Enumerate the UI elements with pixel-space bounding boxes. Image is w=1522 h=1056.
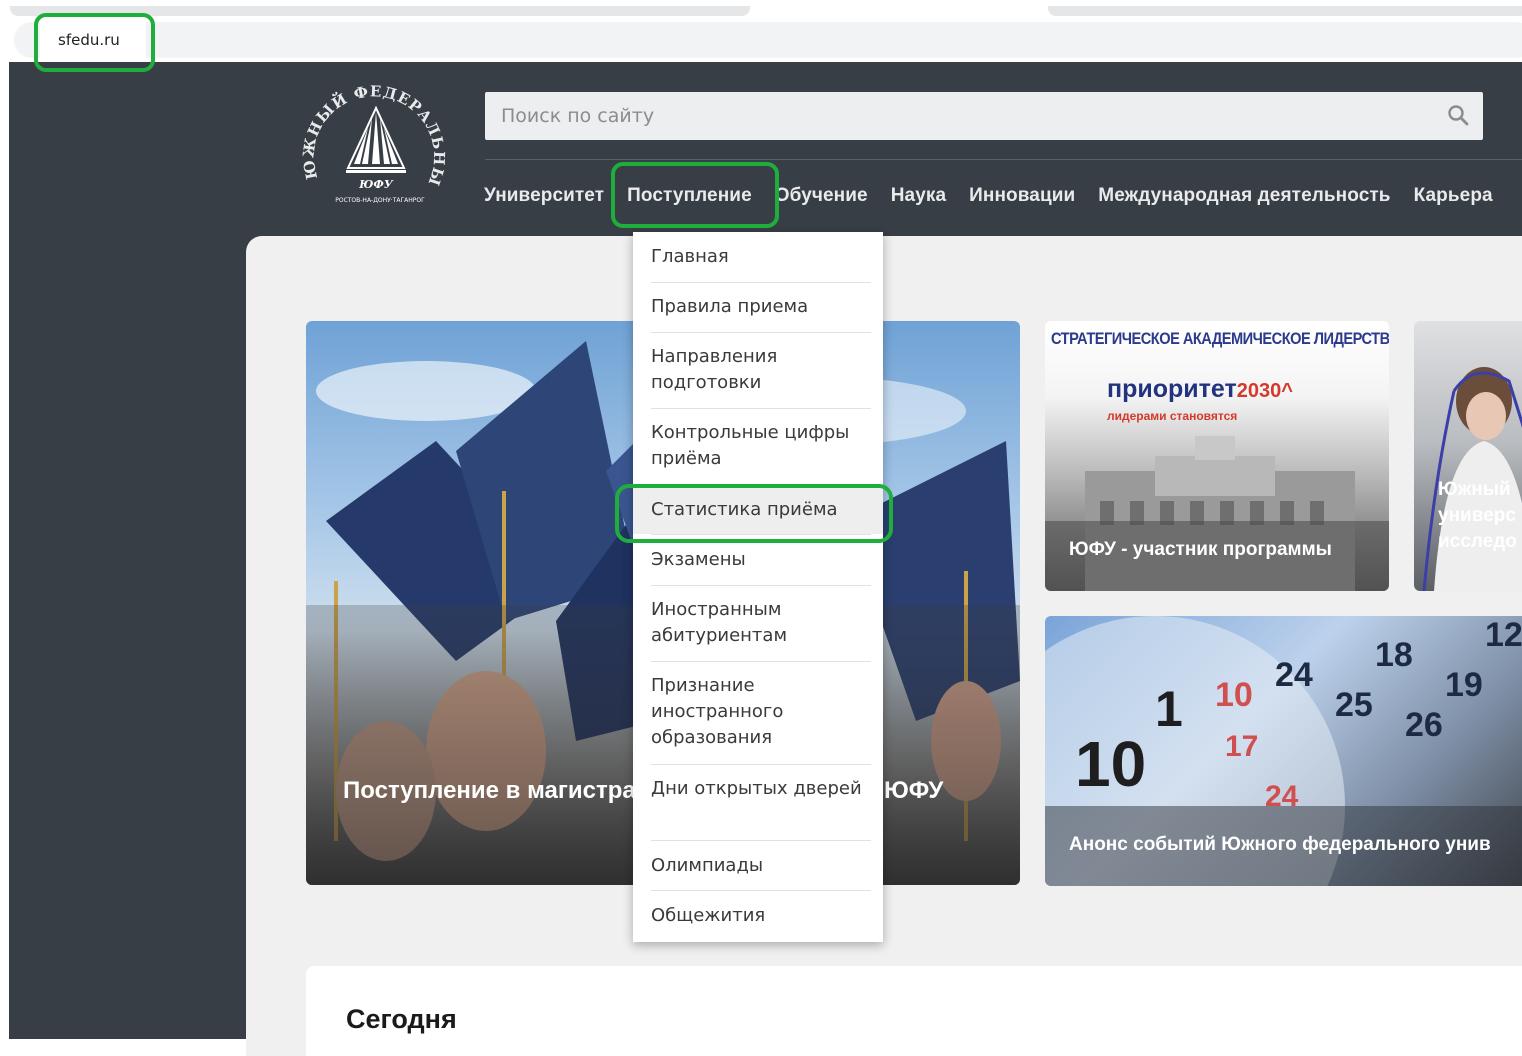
card-caption[interactable]: Анонс событий Южного федерального унив <box>1069 834 1491 856</box>
svg-text:17: 17 <box>1225 730 1258 763</box>
dropdown-item-recognition[interactable]: Признание иностранного образования <box>651 673 871 751</box>
dropdown-item-dormitories[interactable]: Общежития <box>651 903 871 929</box>
dropdown-divider <box>651 840 871 841</box>
nav-item-science[interactable]: Наука <box>891 185 946 207</box>
dropdown-item-open-days[interactable]: Дни открытых дверей <box>651 776 871 802</box>
logo-center-text: ЮФУ <box>358 178 394 191</box>
dropdown-item-rules[interactable]: Правила приема <box>651 294 871 320</box>
card-caption-line: Южный <box>1438 479 1511 500</box>
svg-text:10: 10 <box>1215 676 1253 714</box>
nav-item-innovation[interactable]: Инновации <box>969 185 1075 207</box>
priority-logo-main: приоритет <box>1107 375 1237 403</box>
news-card-events[interactable]: 10 1 10 24 25 18 19 26 17 24 12 Анонс со… <box>1045 616 1522 886</box>
nav-item-international[interactable]: Международная деятельность <box>1098 185 1390 207</box>
svg-text:10: 10 <box>1075 728 1146 800</box>
dropdown-item-programs[interactable]: Направления подготовки <box>651 344 871 396</box>
url-text[interactable]: sfedu.ru <box>40 18 146 62</box>
dropdown-divider <box>651 282 871 283</box>
dropdown-divider <box>651 332 871 333</box>
search-input[interactable] <box>501 105 1401 127</box>
logo-emblem-icon <box>346 105 406 173</box>
svg-text:19: 19 <box>1445 666 1483 704</box>
search-icon[interactable] <box>1447 104 1469 126</box>
svg-text:25: 25 <box>1335 686 1373 724</box>
dropdown-divider <box>651 408 871 409</box>
search-bar[interactable] <box>485 92 1483 140</box>
dropdown-divider <box>651 890 871 891</box>
dropdown-divider <box>651 484 871 485</box>
card-caption-line: исследо <box>1438 531 1517 552</box>
dropdown-item-exams[interactable]: Экзамены <box>651 547 871 573</box>
svg-text:24: 24 <box>1275 656 1313 694</box>
browser-tab[interactable] <box>1048 6 1522 16</box>
news-card-research[interactable]: Южный универс исследо <box>1414 321 1522 591</box>
address-bar[interactable] <box>14 22 1522 58</box>
priority2030-logo: приоритет2030^ <box>1107 375 1293 404</box>
dropdown-item-statistics[interactable]: Статистика приёма <box>651 497 871 523</box>
nav-item-university[interactable]: Университет <box>484 185 604 207</box>
priority-logo-year: 2030^ <box>1236 380 1293 402</box>
dropdown-divider <box>651 585 871 586</box>
card-caption[interactable]: ЮФУ - участник программы <box>1069 539 1332 561</box>
dropdown-item-foreign-applicants[interactable]: Иностранным абитуриентам <box>651 597 871 649</box>
card-heading: СТРАТЕГИЧЕСКОЕ АКАДЕМИЧЕСКОЕ ЛИДЕРСТВО <box>1051 329 1389 348</box>
svg-text:12: 12 <box>1485 616 1522 654</box>
browser-tab[interactable] <box>10 6 750 16</box>
svg-text:26: 26 <box>1405 706 1443 744</box>
dropdown-divider <box>651 534 871 535</box>
hero-caption[interactable]: Поступление в магистра <box>343 777 636 805</box>
section-title-today: Сегодня <box>346 1004 457 1034</box>
browser-chrome: sfedu.ru <box>0 0 1522 62</box>
priority-logo-subtitle: лидерами становятся <box>1107 409 1238 423</box>
nav-divider <box>485 159 1522 160</box>
card-caption-line: универс <box>1438 505 1516 526</box>
dropdown-divider <box>651 764 871 765</box>
news-card-priority2030[interactable]: СТРАТЕГИЧЕСКОЕ АКАДЕМИЧЕСКОЕ ЛИДЕРСТВО п… <box>1045 321 1389 591</box>
nav-item-career[interactable]: Карьера <box>1414 185 1493 207</box>
nav-item-education[interactable]: Обучение <box>775 185 868 207</box>
dropdown-item-quotas[interactable]: Контрольные цифры приёма <box>651 420 871 472</box>
card-caption[interactable]: Южный универс исследо <box>1438 477 1517 555</box>
main-nav: Университет Поступление Обучение Наука И… <box>484 176 1516 216</box>
nav-item-admission[interactable]: Поступление <box>627 185 752 207</box>
admission-dropdown-menu: Главная Правила приема Направления подго… <box>633 232 883 942</box>
logo-city-text: РОСТОВ-НА-ДОНУ·ТАГАНРОГ <box>335 197 425 204</box>
dropdown-item-main[interactable]: Главная <box>651 244 871 270</box>
dropdown-item-olympiads[interactable]: Олимпиады <box>651 853 871 879</box>
hero-caption-end[interactable]: ЮФУ <box>884 777 943 805</box>
svg-text:18: 18 <box>1375 636 1413 674</box>
dropdown-divider <box>651 661 871 662</box>
university-logo[interactable]: ЮЖНЫЙ ФЕДЕРАЛЬНЫЙ УНИВЕРСИТЕТ ЮФУ РОСТОВ… <box>298 78 450 218</box>
svg-text:1: 1 <box>1155 681 1183 737</box>
today-section <box>306 966 1522 1056</box>
